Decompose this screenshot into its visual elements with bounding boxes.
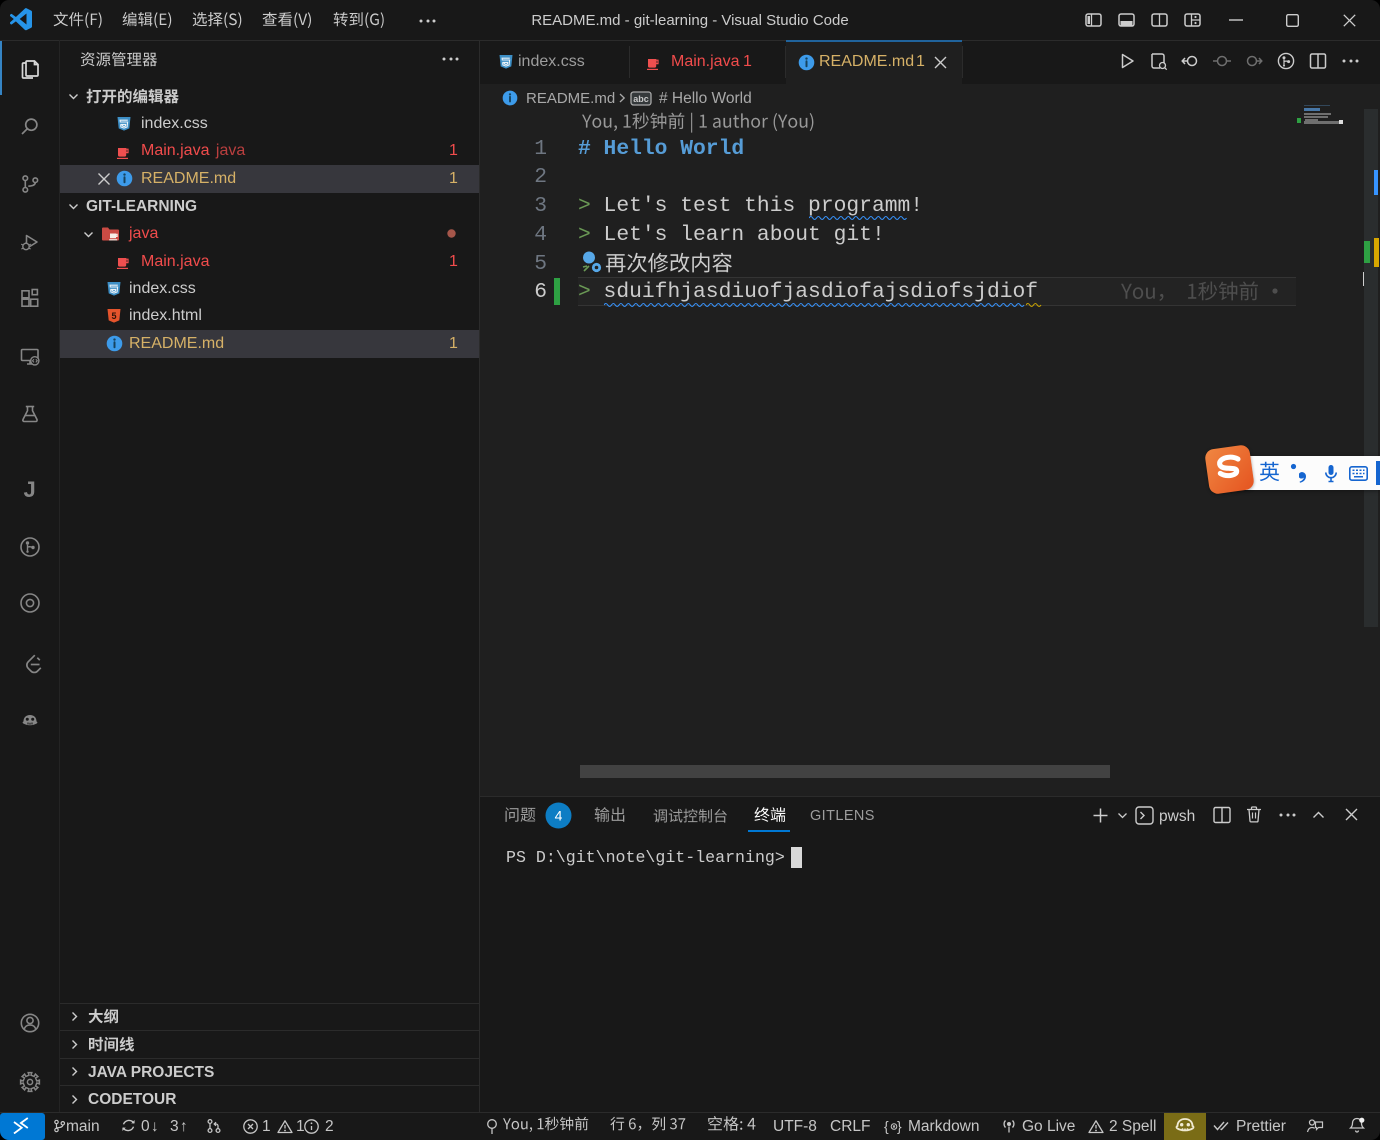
svg-text:4: 4 xyxy=(555,808,563,824)
svg-text:5: 5 xyxy=(111,311,116,321)
svg-text:abc: abc xyxy=(633,94,649,104)
svg-text:{: { xyxy=(884,1118,889,1134)
svg-text:}: } xyxy=(897,1118,902,1134)
